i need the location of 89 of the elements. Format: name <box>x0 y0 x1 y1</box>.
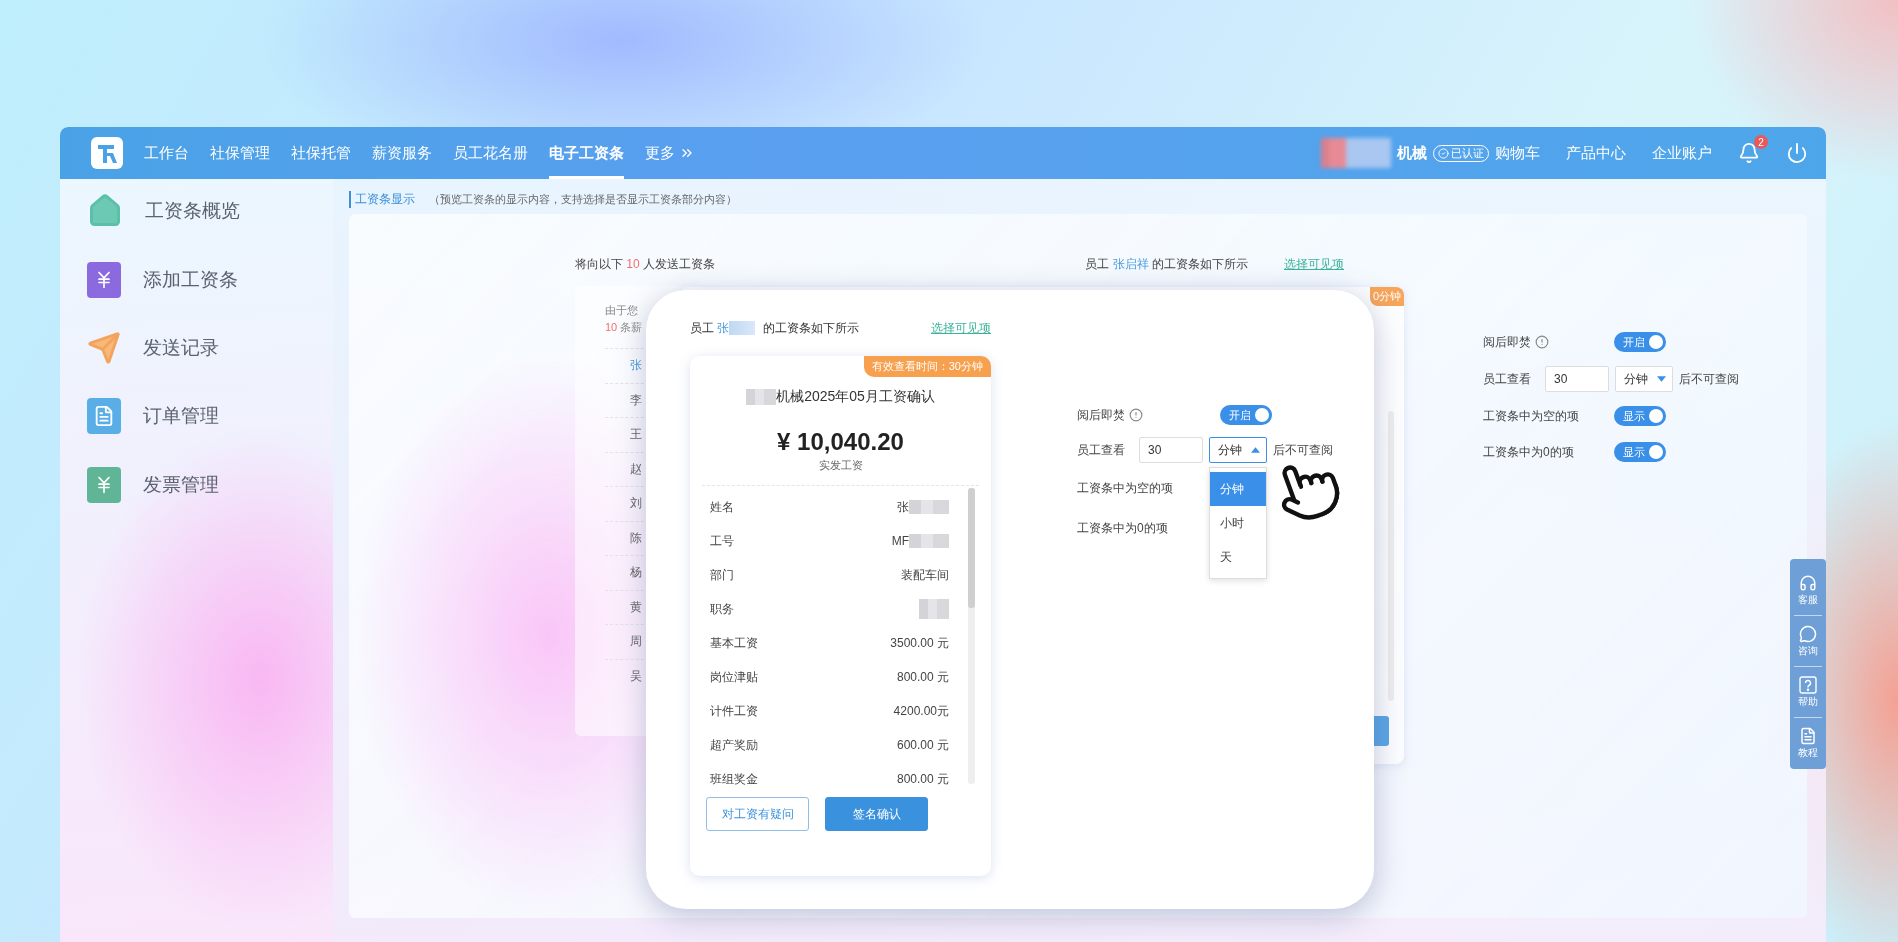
payslip-title: 机械2025年05月工资确认 <box>776 388 935 406</box>
field-value: 装配车间 <box>901 566 949 584</box>
field-value: 张 <box>897 498 909 516</box>
document-icon <box>1799 727 1817 745</box>
section-note: （预览工资条的显示内容，支持选择是否显示工资条部分内容） <box>429 191 737 207</box>
select-visible-link[interactable]: 选择可见项 <box>931 319 991 337</box>
notification-badge: 2 <box>1754 135 1768 149</box>
tool-label[interactable]: 咨询 <box>1798 643 1818 658</box>
logo-icon <box>90 136 124 170</box>
net-pay-label: 实发工资 <box>817 458 864 473</box>
section-title: 工资条显示 <box>349 190 415 208</box>
nav-link[interactable]: 产品中心 <box>1566 143 1626 163</box>
tool-label[interactable]: 教程 <box>1798 746 1818 760</box>
unit-select[interactable]: 分钟 <box>1209 437 1267 463</box>
headset-icon <box>1799 573 1817 592</box>
sidebar-item[interactable]: 工资条概览 <box>145 198 240 224</box>
field-label: 职务 <box>710 600 734 618</box>
nav-link[interactable]: 企业账户 <box>1652 143 1712 163</box>
heading-text: 的工资条如下所示 <box>761 319 859 337</box>
question-button[interactable]: 对工资有疑问 <box>706 797 809 831</box>
field-label: 计件工资 <box>710 702 758 720</box>
yen-receipt-icon <box>87 467 121 503</box>
field-value: 4200.00元 <box>893 702 949 720</box>
field-label: 部门 <box>710 566 734 584</box>
tool-label[interactable]: 帮助 <box>1798 694 1818 709</box>
employee-name-text: 员工 张 <box>690 319 730 337</box>
paper-plane-icon <box>87 331 121 365</box>
unit-select[interactable]: 分钟 <box>1615 366 1673 392</box>
nav-tab[interactable]: 工作台 <box>144 127 189 179</box>
document-icon <box>87 398 121 434</box>
toggle-switch[interactable]: 显示 <box>1614 442 1666 462</box>
field-value: MF <box>891 534 909 548</box>
field-value: 3500.00 元 <box>890 634 949 652</box>
nav-tab[interactable]: 员工花名册 <box>453 127 528 179</box>
toggle-switch[interactable]: 开启 <box>1614 332 1666 352</box>
setting-label: 工资条中为0的项 <box>1077 519 1168 537</box>
setting-label: 阅后即焚 <box>1077 406 1125 424</box>
field-value: 800.00 元 <box>896 770 949 785</box>
setting-label: 员工查看 <box>1077 441 1125 459</box>
sidebar-item[interactable]: 发票管理 <box>143 472 219 498</box>
nav-tab[interactable]: 薪资服务 <box>372 127 432 179</box>
preview-heading: 员工 张启祥 的工资条如下所示 <box>1085 256 1248 273</box>
field-label: 超产奖励 <box>710 736 758 754</box>
setting-label: 员工查看 <box>1483 370 1531 388</box>
duration-input[interactable]: 30 <box>1545 366 1609 392</box>
dropdown-option[interactable]: 分钟 <box>1210 472 1266 506</box>
avatar-redacted <box>1321 138 1391 168</box>
house-icon <box>87 193 123 229</box>
help-icon <box>1799 675 1817 694</box>
select-visible-link[interactable]: 选择可见项 <box>1284 256 1344 273</box>
company-name: 机械 <box>1397 143 1427 163</box>
dropdown-option[interactable]: 天 <box>1210 540 1266 574</box>
notice-text: 由于您 10 条薪 <box>605 303 643 335</box>
field-label: 班组奖金 <box>710 770 758 785</box>
field-label: 姓名 <box>710 498 734 516</box>
caret-icon <box>1657 376 1666 382</box>
nav-link[interactable]: 购物车 <box>1495 143 1540 163</box>
toggle-switch[interactable]: 开启 <box>1220 405 1272 425</box>
sidebar-item[interactable]: 添加工资条 <box>143 267 238 293</box>
view-time-tag: 有效查看时间：30分钟 <box>863 356 991 377</box>
nav-tab[interactable]: 社保管理 <box>210 127 270 179</box>
field-value: 800.00 元 <box>896 668 949 686</box>
net-pay-amount: ¥ 10,040.20 <box>776 428 905 456</box>
setting-label: 工资条中为0的项 <box>1483 443 1574 461</box>
view-time-tag: 0分钟 <box>1369 287 1404 306</box>
bell-icon[interactable] <box>1738 142 1760 164</box>
field-label: 工号 <box>710 532 734 550</box>
toggle-switch[interactable]: 显示 <box>1614 406 1666 426</box>
setting-suffix: 后不可查阅 <box>1273 441 1333 459</box>
dropdown-option[interactable]: 小时 <box>1210 506 1266 540</box>
tool-label[interactable]: 客服 <box>1798 592 1818 607</box>
setting-label: 工资条中为空的项 <box>1483 407 1579 425</box>
setting-label: 阅后即焚 <box>1483 333 1531 351</box>
sidebar-item[interactable]: 订单管理 <box>143 403 219 429</box>
yen-document-icon <box>87 262 121 298</box>
setting-label: 工资条中为空的项 <box>1077 479 1173 497</box>
recipients-text: 将向以下 10 人发送工资条 <box>575 256 716 272</box>
nav-tab[interactable]: 社保托管 <box>291 127 351 179</box>
sign-confirm-button[interactable]: 签名确认 <box>825 797 928 831</box>
field-label: 岗位津贴 <box>710 668 758 686</box>
nav-tab[interactable]: 更多 <box>645 127 695 179</box>
duration-input[interactable]: 30 <box>1139 437 1203 463</box>
power-icon[interactable] <box>1786 142 1808 164</box>
caret-icon <box>1251 447 1260 453</box>
field-label: 基本工资 <box>710 634 758 652</box>
sidebar-item[interactable]: 发送记录 <box>143 335 219 361</box>
field-value: 600.00 元 <box>896 736 949 754</box>
setting-suffix: 后不可查阅 <box>1679 370 1739 388</box>
chat-icon <box>1799 624 1817 643</box>
